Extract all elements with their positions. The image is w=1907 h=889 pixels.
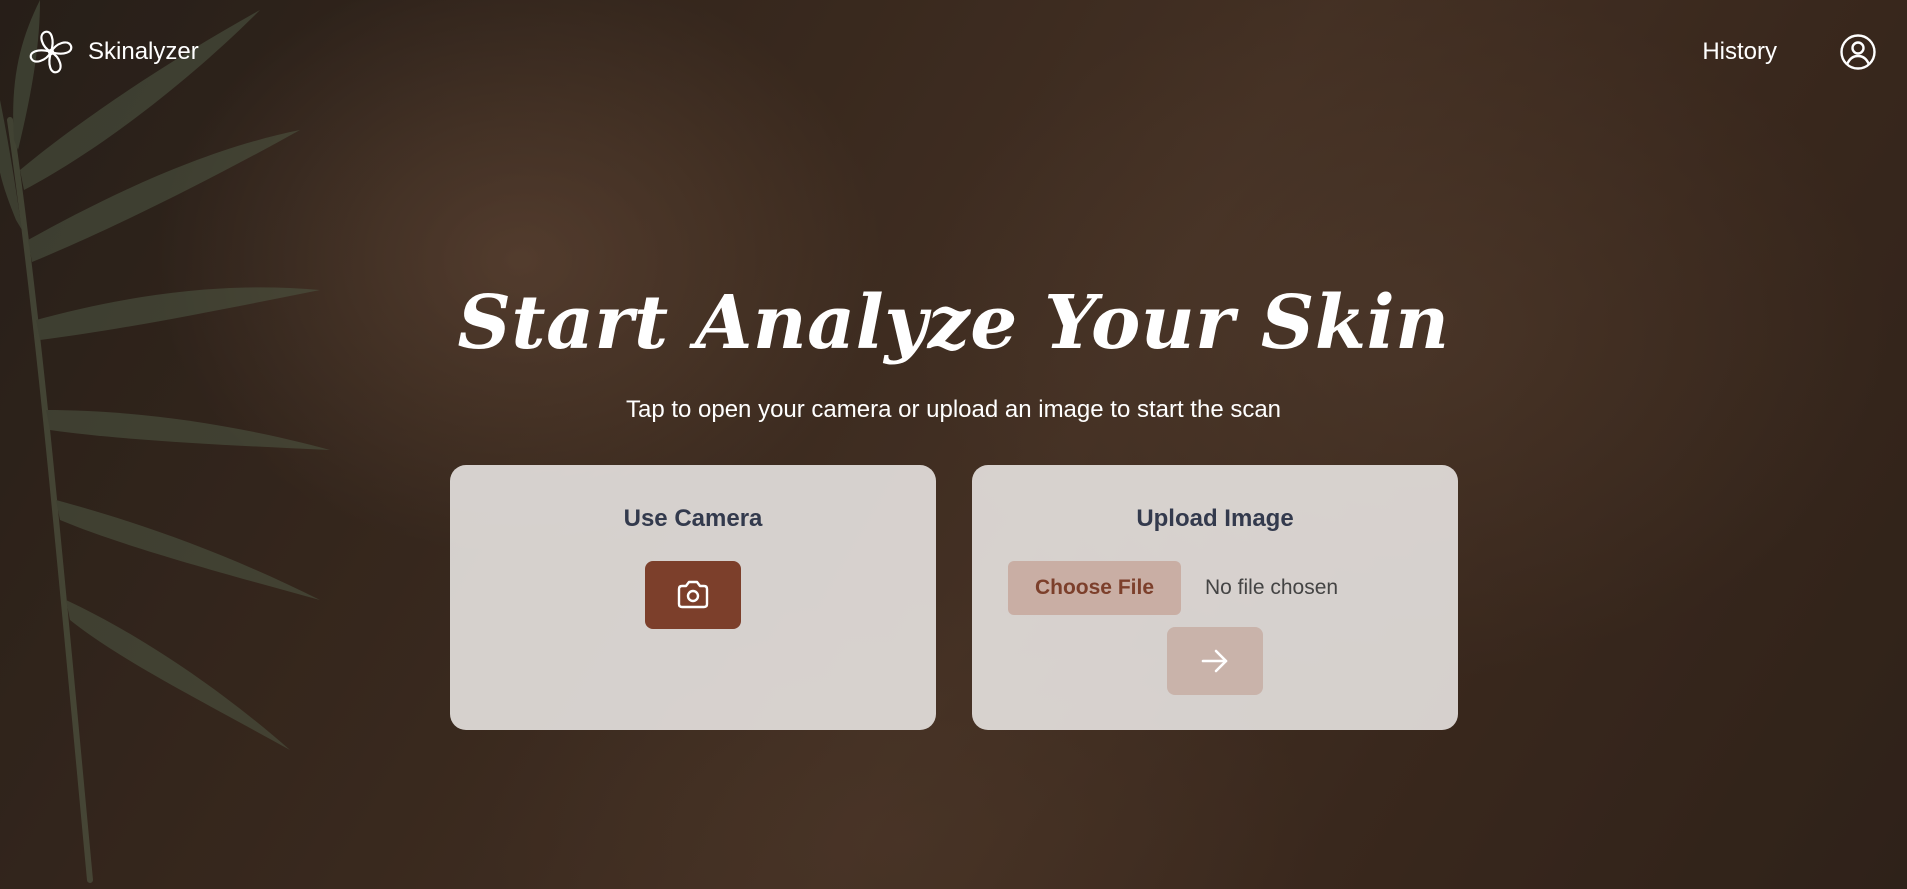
use-camera-title: Use Camera bbox=[623, 505, 763, 532]
upload-image-card: Upload Image Choose File No file chosen bbox=[972, 465, 1458, 730]
brand-name: Skinalyzer bbox=[88, 38, 199, 65]
flower-logo-icon bbox=[29, 30, 73, 74]
arrow-right-icon bbox=[1201, 649, 1228, 673]
file-input[interactable]: Choose File No file chosen bbox=[1008, 561, 1338, 615]
nav-link-history[interactable]: History bbox=[1702, 38, 1777, 66]
choose-file-button[interactable]: Choose File bbox=[1008, 561, 1181, 615]
main-nav: History bbox=[1702, 33, 1877, 71]
camera-icon bbox=[677, 580, 709, 609]
open-camera-button[interactable] bbox=[645, 561, 741, 629]
palm-leaf-decoration bbox=[0, 0, 330, 883]
top-navbar: Skinalyzer History bbox=[0, 0, 1907, 104]
submit-upload-button[interactable] bbox=[1167, 627, 1263, 695]
upload-image-title: Upload Image bbox=[1136, 505, 1294, 532]
use-camera-card: Use Camera bbox=[450, 465, 936, 730]
file-status-text: No file chosen bbox=[1205, 576, 1339, 599]
page-subtitle: Tap to open your camera or upload an ima… bbox=[625, 396, 1282, 423]
brand[interactable]: Skinalyzer bbox=[28, 29, 199, 75]
user-circle-icon[interactable] bbox=[1839, 33, 1877, 71]
page-title: Start Analyze Your Skin bbox=[457, 280, 1450, 366]
